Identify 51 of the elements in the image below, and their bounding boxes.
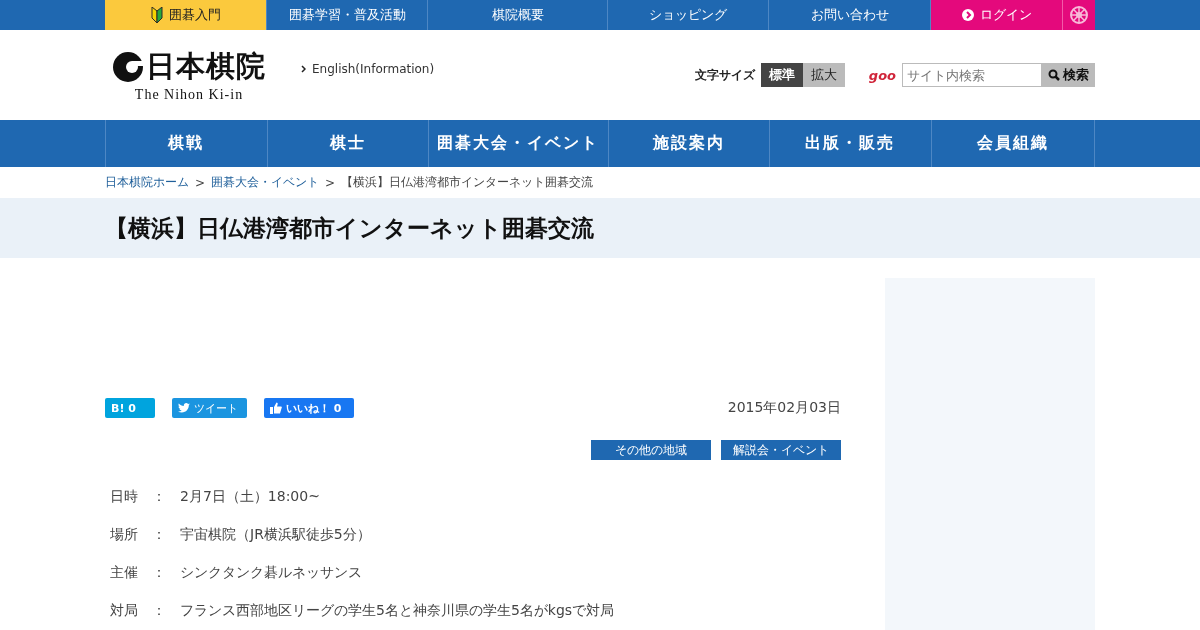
breadcrumb-current: 【横浜】日仏港湾都市インターネット囲碁交流 bbox=[341, 174, 594, 191]
detail-value: 2月7日（土）18:00~ bbox=[180, 487, 321, 506]
bird-icon bbox=[178, 403, 190, 413]
detail-separator: ： bbox=[152, 563, 166, 582]
page-title: 【横浜】日仏港湾都市インターネット囲碁交流 bbox=[105, 213, 594, 243]
chevron-circle-icon bbox=[961, 9, 974, 21]
detail-label: 主催 bbox=[110, 563, 138, 582]
detail-separator: ： bbox=[152, 601, 166, 620]
detail-separator: ： bbox=[152, 525, 166, 544]
main-nav-link[interactable]: 囲碁大会・イベント bbox=[428, 120, 609, 167]
english-link[interactable]: English(Information) bbox=[301, 62, 435, 76]
detail-label: 対局 bbox=[110, 601, 138, 620]
breadcrumb-separator: > bbox=[325, 175, 336, 190]
detail-label: 場所 bbox=[110, 525, 138, 544]
detail-label: 日時 bbox=[110, 487, 138, 506]
top-nav-link[interactable]: 囲碁入門 bbox=[105, 0, 267, 30]
top-nav-link[interactable]: ショッピング bbox=[608, 0, 769, 30]
breadcrumb-link[interactable]: 囲碁大会・イベント bbox=[211, 174, 320, 191]
font-size-label: 文字サイズ bbox=[694, 66, 755, 84]
detail-value: 宇宙棋院（JR横浜駅徒歩5分） bbox=[180, 525, 372, 544]
font-size-button[interactable]: 標準 bbox=[760, 63, 803, 87]
top-nav-link[interactable]: ログイン bbox=[931, 0, 1063, 30]
detail-separator: ： bbox=[152, 487, 166, 506]
main-nav-link[interactable]: 施設案内 bbox=[608, 120, 770, 167]
category-tag[interactable]: 解説会・イベント bbox=[721, 440, 841, 460]
main-nav-link[interactable]: 棋戦 bbox=[105, 120, 268, 167]
tweet-button[interactable]: ツイート bbox=[172, 398, 247, 418]
top-nav-link[interactable]: 囲碁学習・普及活動 bbox=[267, 0, 428, 30]
post-date: 2015年02月03日 bbox=[727, 399, 841, 417]
logo-title[interactable]: 日本棋院 bbox=[146, 47, 266, 87]
breadcrumb-link[interactable]: 日本棋院ホーム bbox=[105, 174, 189, 191]
chevron-icon bbox=[301, 65, 306, 73]
detail-value: シンクタンク碁ルネッサンス bbox=[180, 563, 363, 582]
main-nav-link[interactable]: 棋士 bbox=[267, 120, 429, 167]
like-button[interactable]: いいね！ 0 bbox=[264, 398, 354, 418]
logo-mark-icon bbox=[112, 51, 144, 83]
leaf-icon bbox=[150, 7, 163, 23]
wheel-icon[interactable] bbox=[1069, 5, 1089, 25]
category-tag[interactable]: その他の地域 bbox=[591, 440, 711, 460]
main-nav-link[interactable]: 出版・販売 bbox=[769, 120, 932, 167]
search-brand: goo bbox=[868, 67, 896, 83]
detail-value: フランス西部地区リーグの学生5名と神奈川県の学生5名がkgsで対局 bbox=[180, 601, 616, 620]
main-nav-link[interactable]: 会員組織 bbox=[931, 120, 1095, 167]
breadcrumb-separator: > bbox=[195, 175, 206, 190]
search-button[interactable]: 検索 bbox=[1042, 63, 1095, 87]
font-size-button[interactable]: 拡大 bbox=[802, 63, 845, 87]
search-field[interactable]: サイト内検索 bbox=[902, 63, 1042, 87]
search-icon bbox=[1048, 69, 1060, 81]
logo-subtitle: The Nihon Ki-in bbox=[134, 87, 244, 103]
top-nav-link[interactable]: 棋院概要 bbox=[428, 0, 608, 30]
thumbs-up-icon bbox=[270, 402, 282, 414]
